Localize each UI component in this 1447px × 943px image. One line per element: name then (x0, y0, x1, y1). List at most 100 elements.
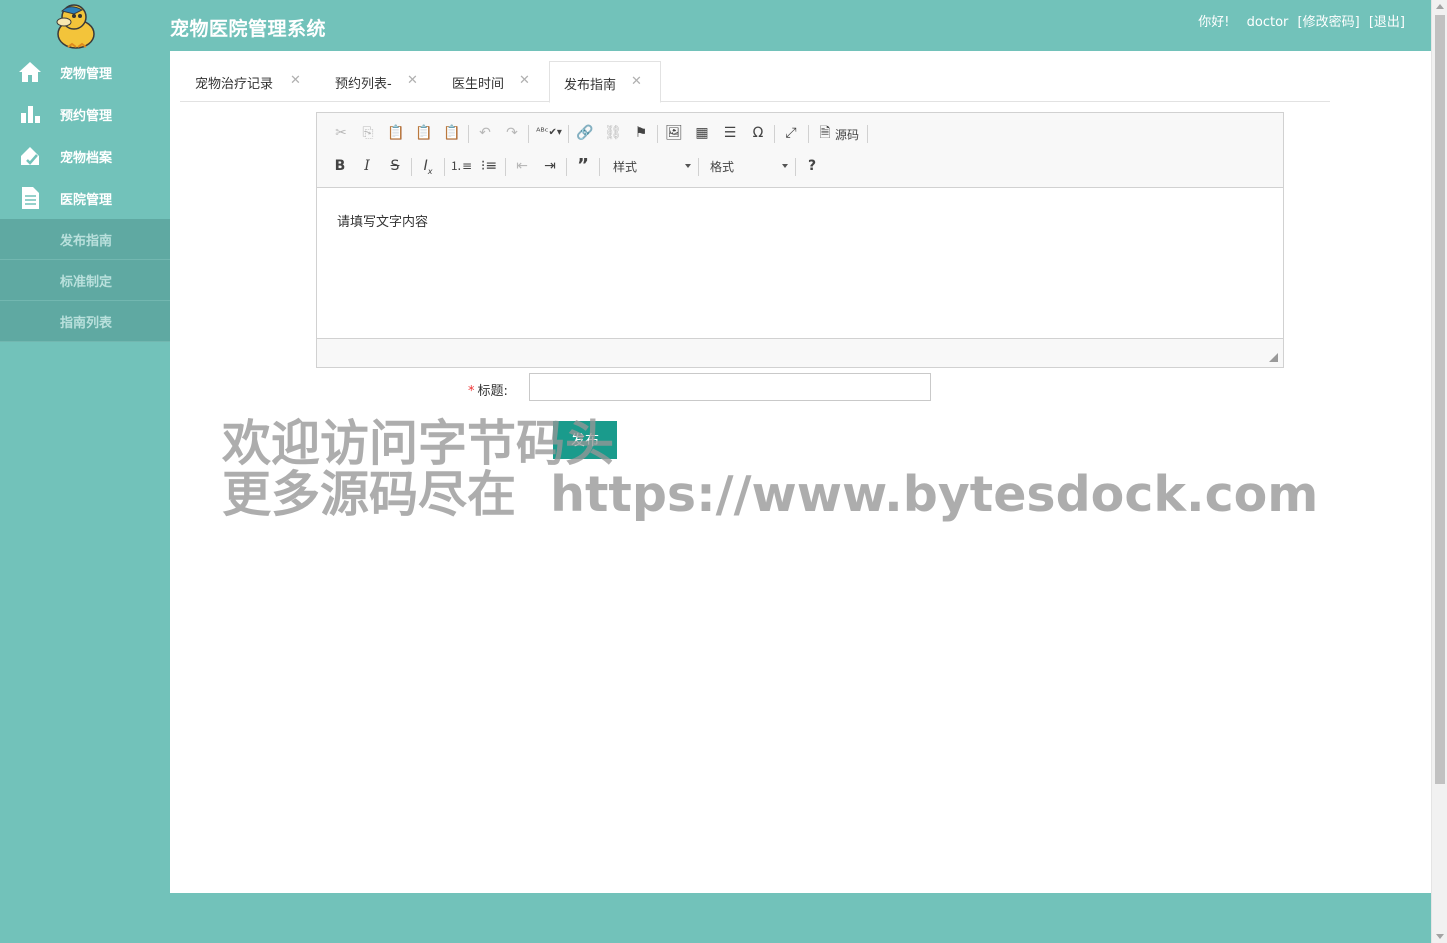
sidebar-subitem-label: 标准制定 (60, 275, 113, 290)
toolbar-separator (599, 158, 600, 176)
toolbar-separator (867, 125, 868, 143)
source-button-label[interactable]: 源码 (835, 126, 859, 143)
special-char-omega-icon[interactable]: Ω (747, 122, 769, 144)
toolbar-separator (795, 158, 796, 176)
logout-link[interactable]: [退出] (1369, 15, 1405, 30)
pet-profile-icon (18, 144, 42, 168)
top-header: 宠物医院管理系统 你好! doctor [修改密码] [退出] (0, 0, 1431, 51)
tab-doctor-time[interactable]: 医生时间 ✕ (437, 61, 547, 102)
rich-text-editor: ✂ ⎘ 📋 📋 📋 ↶ ↷ ᴬᴮᶜ✔▾ 🔗 ⛓ ⚑ 🖼 ▦ ☰ Ω ⤢ 🗎 源码… (316, 112, 1284, 368)
bottom-bar (170, 893, 1431, 943)
editor-toolbar: ✂ ⎘ 📋 📋 📋 ↶ ↷ ᴬᴮᶜ✔▾ 🔗 ⛓ ⚑ 🖼 ▦ ☰ Ω ⤢ 🗎 源码… (317, 113, 1283, 188)
vertical-scrollbar[interactable] (1431, 0, 1447, 943)
style-dropdown[interactable]: 样式 (605, 155, 691, 177)
toolbar-separator (505, 158, 506, 176)
watermark: 欢迎访问字节码头 更多源码尽在 https://www.bytesdock.co… (222, 418, 1318, 520)
chevron-down-icon (782, 164, 788, 168)
title-label: * 标题: (468, 380, 508, 399)
numbered-list-icon[interactable]: ⒈≡ (450, 155, 472, 177)
tab-label: 预约列表- (335, 77, 392, 92)
blockquote-icon[interactable]: ” (572, 155, 594, 177)
scroll-down-arrow-icon[interactable] (1436, 934, 1444, 939)
toolbar-separator (411, 158, 412, 176)
sidebar-subitem-label: 指南列表 (60, 316, 113, 331)
indent-icon[interactable]: ⇥ (539, 155, 561, 177)
sidebar-subitem-label: 发布指南 (60, 234, 113, 249)
close-icon[interactable]: ✕ (519, 73, 530, 88)
redo-icon[interactable]: ↷ (501, 122, 523, 144)
required-asterisk: * (468, 384, 475, 399)
sidebar-subitem-standards[interactable]: 标准制定 (0, 260, 170, 301)
sidebar-item-pet-management[interactable]: 宠物管理 (0, 51, 170, 93)
resize-handle-icon[interactable] (1269, 353, 1278, 362)
tab-treatment-records[interactable]: 宠物治疗记录 ✕ (180, 61, 318, 102)
document-icon (18, 186, 42, 210)
editor-placeholder-text: 请填写文字内容 (337, 215, 429, 230)
toolbar-separator (568, 125, 569, 143)
title-input[interactable] (529, 373, 931, 401)
sidebar-subitem-publish-guide[interactable]: 发布指南 (0, 219, 170, 260)
strikethrough-icon[interactable]: S (384, 155, 406, 177)
close-icon[interactable]: ✕ (631, 74, 642, 89)
close-icon[interactable]: ✕ (407, 73, 418, 88)
sidebar-item-pet-records[interactable]: 宠物档案 (0, 135, 170, 177)
title-label-text: 标题: (477, 384, 508, 399)
sidebar-item-label: 宠物档案 (60, 151, 113, 166)
app-title: 宠物医院管理系统 (170, 18, 327, 40)
tab-label: 医生时间 (452, 77, 505, 92)
scrollbar-thumb[interactable] (1435, 15, 1445, 784)
spellcheck-icon[interactable]: ᴬᴮᶜ✔▾ (535, 122, 563, 144)
watermark-line-2: 更多源码尽在 https://www.bytesdock.com (222, 466, 1319, 523)
remove-format-icon[interactable]: Ix (417, 155, 439, 177)
toolbar-separator (468, 125, 469, 143)
editor-content-area[interactable]: 请填写文字内容 (317, 189, 1283, 338)
outdent-icon[interactable]: ⇤ (511, 155, 533, 177)
italic-icon[interactable]: I (356, 155, 378, 177)
tab-publish-guide[interactable]: 发布指南 ✕ (549, 61, 661, 103)
bulleted-list-icon[interactable]: ⁝≡ (478, 155, 500, 177)
toolbar-separator (444, 158, 445, 176)
tab-appointment-list[interactable]: 预约列表- ✕ (320, 61, 435, 102)
home-icon (18, 60, 42, 84)
sidebar-item-appointment-management[interactable]: 预约管理 (0, 93, 170, 135)
cut-icon[interactable]: ✂ (330, 122, 352, 144)
tab-label: 发布指南 (564, 78, 617, 93)
copy-icon[interactable]: ⎘ (357, 122, 379, 144)
publish-button[interactable]: 发布 (553, 421, 617, 459)
change-password-link[interactable]: [修改密码] (1298, 15, 1360, 30)
watermark-line-1: 欢迎访问字节码头 (222, 415, 615, 472)
sidebar-subitem-guide-list[interactable]: 指南列表 (0, 301, 170, 342)
user-info: 你好! doctor [修改密码] [退出] (1193, 11, 1405, 30)
toolbar-separator (774, 125, 775, 143)
sidebar-item-label: 宠物管理 (60, 67, 113, 82)
anchor-flag-icon[interactable]: ⚑ (630, 122, 652, 144)
source-code-icon[interactable]: 🗎 (814, 122, 836, 144)
maximize-icon[interactable]: ⤢ (780, 122, 802, 144)
image-icon[interactable]: 🖼 (663, 122, 685, 144)
hospital-submenu: 发布指南 标准制定 指南列表 (0, 219, 170, 342)
style-dropdown-value: 样式 (613, 160, 638, 174)
close-icon[interactable]: ✕ (290, 73, 301, 88)
scroll-up-arrow-icon[interactable] (1436, 4, 1444, 9)
link-icon[interactable]: 🔗 (574, 122, 596, 144)
help-icon[interactable]: ? (801, 155, 823, 177)
horizontal-rule-icon[interactable]: ☰ (719, 122, 741, 144)
paste-word-icon[interactable]: 📋 (441, 122, 463, 144)
toolbar-separator (808, 125, 809, 143)
sidebar-item-hospital-management[interactable]: 医院管理 (0, 177, 170, 219)
paste-text-icon[interactable]: 📋 (413, 122, 435, 144)
username-text: doctor (1246, 15, 1289, 30)
unlink-icon[interactable]: ⛓ (602, 122, 624, 144)
sidebar-item-label: 预约管理 (60, 109, 113, 124)
paste-icon[interactable]: 📋 (385, 122, 407, 144)
format-dropdown[interactable]: 格式 (702, 155, 788, 177)
tab-bar: 宠物治疗记录 ✕ 预约列表- ✕ 医生时间 ✕ 发布指南 ✕ (180, 61, 1330, 103)
toolbar-separator (566, 158, 567, 176)
bold-icon[interactable]: B (329, 155, 351, 177)
toolbar-separator (698, 158, 699, 176)
undo-icon[interactable]: ↶ (474, 122, 496, 144)
toolbar-separator (528, 125, 529, 143)
duck-logo (52, 2, 98, 50)
tab-label: 宠物治疗记录 (195, 77, 274, 92)
table-icon[interactable]: ▦ (691, 122, 713, 144)
